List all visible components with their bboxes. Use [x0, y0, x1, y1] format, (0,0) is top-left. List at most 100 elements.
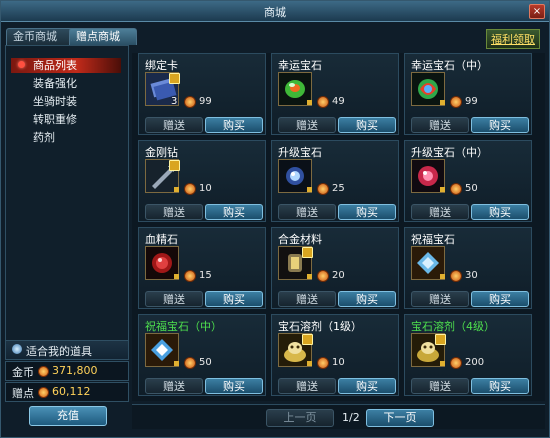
buy-button[interactable]: 购买	[471, 378, 529, 394]
item-name: 绑定卡	[145, 59, 178, 72]
gift-button[interactable]: 赠送	[278, 291, 336, 307]
gift-button[interactable]: 赠送	[145, 117, 203, 133]
item-price: 15	[199, 270, 212, 281]
price-coin-icon	[450, 183, 462, 195]
sidebar-item-label: 转职重修	[33, 113, 77, 126]
item-card: 幸运宝石 49 赠送 购买	[271, 53, 399, 135]
sidebar-item-label: 商品列表	[33, 59, 77, 72]
item-price: 10	[199, 183, 212, 194]
sidebar-item-label: 装备强化	[33, 77, 77, 90]
gold-label: 金币	[12, 366, 34, 379]
item-name: 宝石溶剂（4级）	[411, 320, 495, 333]
gift-button[interactable]: 赠送	[411, 117, 469, 133]
bind-badge-icon	[169, 73, 180, 84]
gift-button[interactable]: 赠送	[145, 204, 203, 220]
sidebar-item-job-reset[interactable]: 转职重修	[11, 112, 121, 127]
close-button[interactable]: ×	[529, 4, 545, 19]
item-name: 合金材料	[278, 233, 322, 246]
price-coin-icon	[184, 183, 196, 195]
tab-points-shop[interactable]: 赠点商城	[69, 28, 137, 45]
lock-icon	[440, 361, 445, 366]
price-coin-icon	[184, 96, 196, 108]
sidebar-item-label: 坐骑时装	[33, 95, 77, 108]
item-name: 幸运宝石	[278, 59, 322, 72]
item-price: 99	[199, 96, 212, 107]
item-card: 宝石溶剂（4级） 200 赠送 购买	[404, 314, 532, 396]
points-coin-icon	[38, 387, 49, 398]
price-coin-icon	[184, 270, 196, 282]
item-qty: 3	[171, 96, 178, 107]
buy-button[interactable]: 购买	[205, 204, 263, 220]
gift-button[interactable]: 赠送	[278, 204, 336, 220]
item-name: 宝石溶剂（1级）	[278, 320, 362, 333]
buy-button[interactable]: 购买	[205, 291, 263, 307]
title-bar[interactable]: 商城 ×	[1, 1, 549, 22]
item-price: 10	[332, 357, 345, 368]
item-card: 合金材料 20 赠送 购买	[271, 227, 399, 309]
lock-icon	[440, 274, 445, 279]
buy-button[interactable]: 购买	[471, 117, 529, 133]
item-name: 升级宝石	[278, 146, 322, 159]
pagination-bar: 上一页 1/2 下一页	[132, 404, 545, 429]
gift-button[interactable]: 赠送	[411, 378, 469, 394]
gift-button[interactable]: 赠送	[278, 378, 336, 394]
lock-icon	[307, 274, 312, 279]
points-label: 赠点	[12, 387, 34, 400]
item-card: 祝福宝石 30 赠送 购买	[404, 227, 532, 309]
item-card: 宝石溶剂（1级） 10 赠送 购买	[271, 314, 399, 396]
suitable-items-toggle[interactable]: 适合我的道具	[5, 340, 129, 360]
shop-window: 商城 × 金币商城 赠点商城 福利领取 商品列表 装备强化 坐骑时装 转职重修 …	[0, 0, 550, 438]
item-card: 升级宝石 25 赠送 购买	[271, 140, 399, 222]
prev-page-button[interactable]: 上一页	[266, 409, 334, 427]
gift-button[interactable]: 赠送	[145, 378, 203, 394]
sidebar-item-equip-enhance[interactable]: 装备强化	[11, 76, 121, 91]
gift-button[interactable]: 赠送	[411, 291, 469, 307]
item-grid: 绑定卡 3 99 赠送 购买 幸运宝石 49 赠送 购买 幸运宝石（中） 99 …	[132, 53, 545, 401]
lock-icon	[174, 361, 179, 366]
points-value: 60,112	[52, 385, 91, 398]
recharge-button[interactable]: 充值	[29, 406, 107, 426]
window-title: 商城	[264, 6, 286, 19]
suitable-items-label: 适合我的道具	[26, 345, 92, 358]
welfare-link[interactable]: 福利领取	[486, 29, 540, 49]
lock-icon	[174, 187, 179, 192]
price-coin-icon	[317, 270, 329, 282]
next-page-button[interactable]: 下一页	[366, 409, 434, 427]
bind-badge-icon	[435, 334, 446, 345]
buy-button[interactable]: 购买	[338, 117, 396, 133]
lock-icon	[307, 361, 312, 366]
lock-icon	[440, 100, 445, 105]
item-name: 升级宝石（中）	[411, 146, 488, 159]
price-coin-icon	[184, 357, 196, 369]
item-card: 血精石 15 赠送 购买	[138, 227, 266, 309]
gift-button[interactable]: 赠送	[145, 291, 203, 307]
item-card: 幸运宝石（中） 99 赠送 购买	[404, 53, 532, 135]
gift-button[interactable]: 赠送	[411, 204, 469, 220]
sidebar-item-product-list[interactable]: 商品列表	[11, 58, 121, 73]
price-coin-icon	[317, 96, 329, 108]
buy-button[interactable]: 购买	[338, 204, 396, 220]
points-balance: 赠点 60,112	[5, 382, 129, 402]
buy-button[interactable]: 购买	[205, 117, 263, 133]
item-price: 50	[465, 183, 478, 194]
price-coin-icon	[450, 270, 462, 282]
buy-button[interactable]: 购买	[338, 291, 396, 307]
price-coin-icon	[317, 183, 329, 195]
price-coin-icon	[450, 357, 462, 369]
gold-value: 371,800	[52, 364, 98, 377]
tab-gold-shop[interactable]: 金币商城	[6, 28, 78, 45]
buy-button[interactable]: 购买	[471, 291, 529, 307]
buy-button[interactable]: 购买	[205, 378, 263, 394]
item-price: 49	[332, 96, 345, 107]
lock-icon	[174, 274, 179, 279]
item-card: 祝福宝石（中） 50 赠送 购买	[138, 314, 266, 396]
gift-button[interactable]: 赠送	[278, 117, 336, 133]
price-coin-icon	[317, 357, 329, 369]
sidebar-item-mount-fashion[interactable]: 坐骑时装	[11, 94, 121, 109]
buy-button[interactable]: 购买	[471, 204, 529, 220]
gold-coin-icon	[38, 366, 49, 377]
selected-bullet-icon	[18, 61, 25, 68]
orb-icon	[12, 344, 22, 354]
buy-button[interactable]: 购买	[338, 378, 396, 394]
sidebar-item-potions[interactable]: 药剂	[11, 130, 121, 145]
